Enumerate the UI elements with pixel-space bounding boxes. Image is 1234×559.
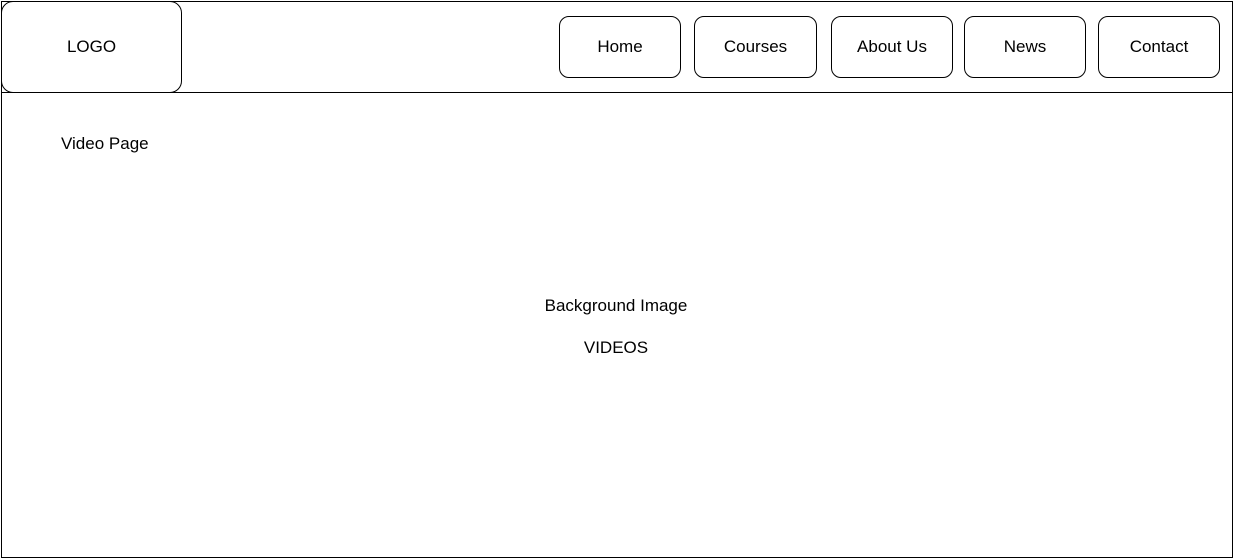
nav-contact-button[interactable]: Contact <box>1098 16 1220 78</box>
videos-section-label: VIDEOS <box>583 338 649 357</box>
nav-home-button[interactable]: Home <box>559 16 681 78</box>
background-image-placeholder: Background Image <box>544 296 688 315</box>
nav-contact-label: Contact <box>1129 37 1189 56</box>
nav-courses-label: Courses <box>723 37 788 56</box>
page-frame <box>1 1 1233 558</box>
nav-about-us-label: About Us <box>857 37 927 56</box>
header-divider <box>1 92 1232 93</box>
page-title: Video Page <box>61 134 149 153</box>
nav-courses-button[interactable]: Courses <box>694 16 817 78</box>
logo[interactable]: LOGO <box>1 1 182 93</box>
nav-news-label: News <box>1003 37 1047 56</box>
nav-about-us-button[interactable]: About Us <box>831 16 953 78</box>
nav-news-button[interactable]: News <box>964 16 1086 78</box>
logo-text: LOGO <box>66 37 117 56</box>
nav-home-label: Home <box>597 37 643 56</box>
